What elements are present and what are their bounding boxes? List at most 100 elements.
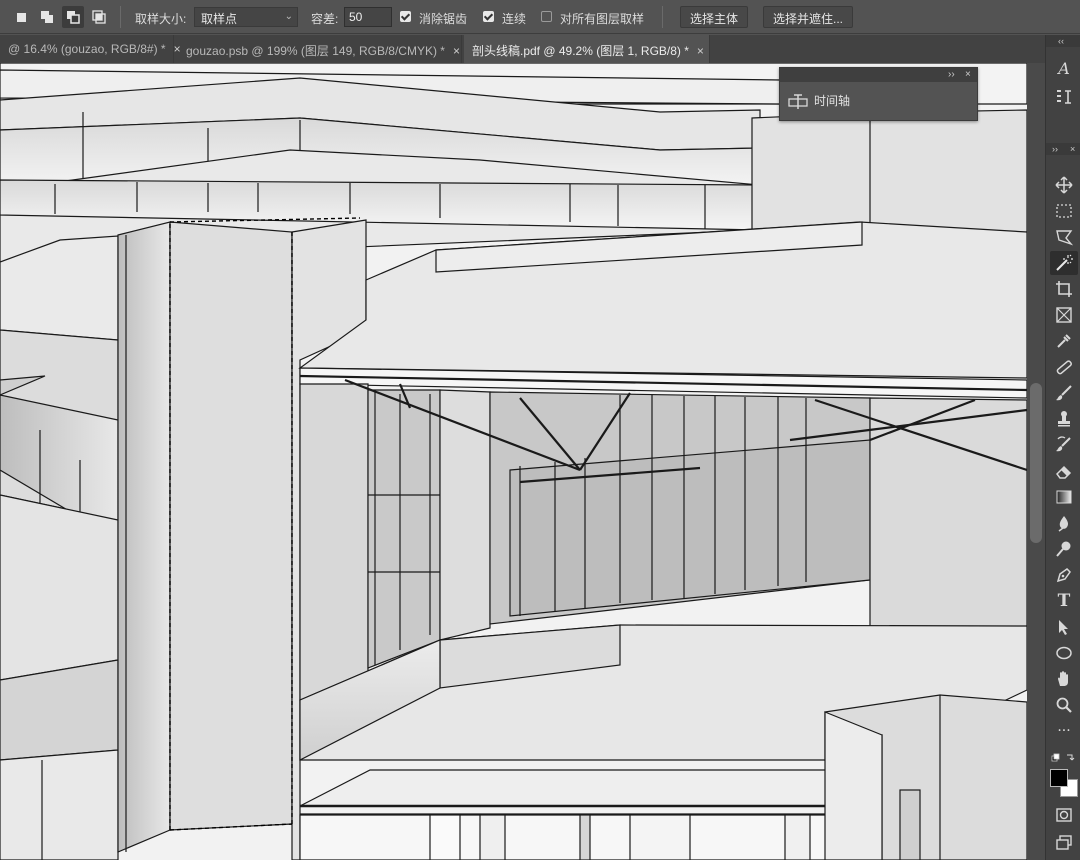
tab-label: 剖头线稿.pdf @ 49.2% (图层 1, RGB/8) * [472, 44, 689, 58]
right-panel-dock: ‹‹ A ›› × T ··· [1045, 35, 1080, 860]
select-and-mask-button[interactable]: 选择并遮住... [763, 6, 854, 28]
history-brush-icon [1056, 436, 1071, 452]
add-to-selection-button[interactable] [36, 6, 58, 28]
collapse-dock-icon[interactable]: ‹‹ [1058, 35, 1064, 47]
type-tool[interactable]: T [1050, 589, 1078, 613]
anti-alias-checkbox[interactable] [400, 11, 411, 22]
crop-tool[interactable] [1050, 277, 1078, 301]
document-tabs: @ 16.4% (gouzao, RGB/8#) * × gouzao.psb @… [0, 35, 1045, 63]
tab-label: @ 16.4% (gouzao, RGB/8#) * [8, 42, 166, 56]
dodge-tool[interactable] [1050, 537, 1078, 561]
frame-icon [1056, 307, 1072, 323]
more-tools[interactable]: ··· [1050, 721, 1078, 745]
intersect-selection-button[interactable] [88, 6, 110, 28]
paragraph-panel-button[interactable] [1050, 85, 1078, 109]
contiguous-label: 连续 [502, 12, 527, 26]
lasso-tool[interactable] [1050, 225, 1078, 249]
pen-tool[interactable] [1050, 563, 1078, 587]
gradient-tool[interactable] [1050, 485, 1078, 509]
timeline-panel[interactable]: ›› × 时间轴 [779, 67, 978, 121]
contiguous-checkbox[interactable] [483, 11, 494, 22]
scrollbar-thumb[interactable] [1030, 383, 1042, 543]
ellipse-icon [1056, 646, 1072, 660]
swap-colors-icon [1051, 753, 1075, 762]
crop-icon [1056, 281, 1072, 297]
marquee-tool[interactable] [1050, 199, 1078, 223]
bandage-icon [1056, 360, 1072, 375]
eraser-icon [1056, 465, 1072, 479]
blur-icon [1058, 516, 1068, 532]
magic-wand-icon [1056, 254, 1073, 271]
photoshop-window: 取样大小: 取样点 ⌄ 容差: 50 消除锯齿 连续 对所有图层取样 选择主体 … [0, 0, 1080, 860]
vertical-scrollbar[interactable] [1027, 63, 1045, 860]
pen-icon [1056, 568, 1071, 583]
lasso-icon [1056, 230, 1073, 246]
panel-header[interactable]: ›› × [780, 68, 977, 82]
architectural-line-drawing [0, 63, 1027, 860]
ellipsis-icon: ··· [1057, 723, 1071, 739]
character-panel-button[interactable]: A [1050, 57, 1078, 81]
type-icon: T [1057, 591, 1071, 611]
select-subject-button[interactable]: 选择主体 [680, 6, 749, 28]
swap-colors-controls[interactable] [1050, 751, 1078, 763]
divider [662, 6, 663, 28]
screen-mode-button[interactable] [1050, 831, 1078, 855]
close-icon[interactable]: × [453, 44, 460, 58]
frame-tool[interactable] [1050, 303, 1078, 327]
dock-header[interactable]: ‹‹ [1046, 35, 1080, 47]
eyedropper-icon [1057, 334, 1071, 348]
arrow-icon [1059, 620, 1068, 635]
timeline-icon [788, 94, 808, 109]
quick-mask-icon [1056, 808, 1072, 822]
add-selection-icon [41, 11, 53, 23]
zoom-tool[interactable] [1050, 693, 1078, 717]
sample-size-label: 取样大小: [135, 12, 187, 26]
hand-icon [1058, 671, 1068, 686]
tab-document-3[interactable]: 剖头线稿.pdf @ 49.2% (图层 1, RGB/8) * × [464, 35, 710, 63]
options-bar: 取样大小: 取样点 ⌄ 容差: 50 消除锯齿 连续 对所有图层取样 选择主体 … [0, 0, 1080, 34]
timeline-tab[interactable]: 时间轴 [788, 92, 850, 110]
path-selection-tool[interactable] [1050, 615, 1078, 639]
close-icon[interactable]: × [1070, 143, 1075, 155]
tab-document-2[interactable]: gouzao.psb @ 199% (图层 149, RGB/8/CMYK) *… [178, 35, 462, 63]
magic-wand-tool[interactable] [1050, 251, 1078, 275]
marquee-icon [1056, 204, 1072, 218]
new-selection-button[interactable] [10, 6, 32, 28]
chevron-down-icon: ⌄ [284, 11, 293, 22]
eyedropper-tool[interactable] [1050, 329, 1078, 353]
hand-tool[interactable] [1050, 667, 1078, 691]
quick-mask-button[interactable] [1050, 803, 1078, 827]
paragraph-icon [1057, 90, 1071, 104]
eraser-tool[interactable] [1050, 459, 1078, 483]
ellipse-tool[interactable] [1050, 641, 1078, 665]
tools-header[interactable]: ›› × [1046, 143, 1080, 155]
tolerance-input[interactable]: 50 [344, 7, 392, 27]
gradient-icon [1056, 490, 1072, 504]
collapse-tools-icon[interactable]: ›› [1052, 143, 1058, 155]
subtract-selection-icon [67, 11, 80, 24]
brush-tool[interactable] [1050, 381, 1078, 405]
tab-document-1[interactable]: @ 16.4% (gouzao, RGB/8#) * × [0, 35, 181, 63]
intersect-selection-icon [92, 10, 106, 24]
tolerance-label: 容差: [311, 12, 339, 26]
foreground-color-swatch[interactable] [1050, 769, 1068, 787]
move-tool[interactable] [1050, 173, 1078, 197]
new-selection-icon [17, 13, 26, 22]
brush-icon [1056, 385, 1072, 401]
document-canvas[interactable] [0, 63, 1027, 860]
healing-brush-tool[interactable] [1050, 355, 1078, 379]
close-icon[interactable]: × [965, 68, 971, 82]
subtract-from-selection-button[interactable] [62, 6, 84, 28]
collapse-panel-icon[interactable]: ›› [948, 68, 955, 82]
close-icon[interactable]: × [697, 44, 704, 58]
divider [120, 6, 121, 28]
history-brush-tool[interactable] [1050, 433, 1078, 457]
timeline-label: 时间轴 [814, 94, 851, 108]
sample-size-select[interactable]: 取样点 ⌄ [194, 7, 298, 27]
dodge-icon [1056, 541, 1071, 557]
clone-stamp-tool[interactable] [1050, 407, 1078, 431]
sample-all-layers-checkbox[interactable] [541, 11, 552, 22]
character-icon: A [1058, 59, 1070, 78]
blur-tool[interactable] [1050, 511, 1078, 535]
sample-size-value: 取样点 [201, 12, 238, 26]
